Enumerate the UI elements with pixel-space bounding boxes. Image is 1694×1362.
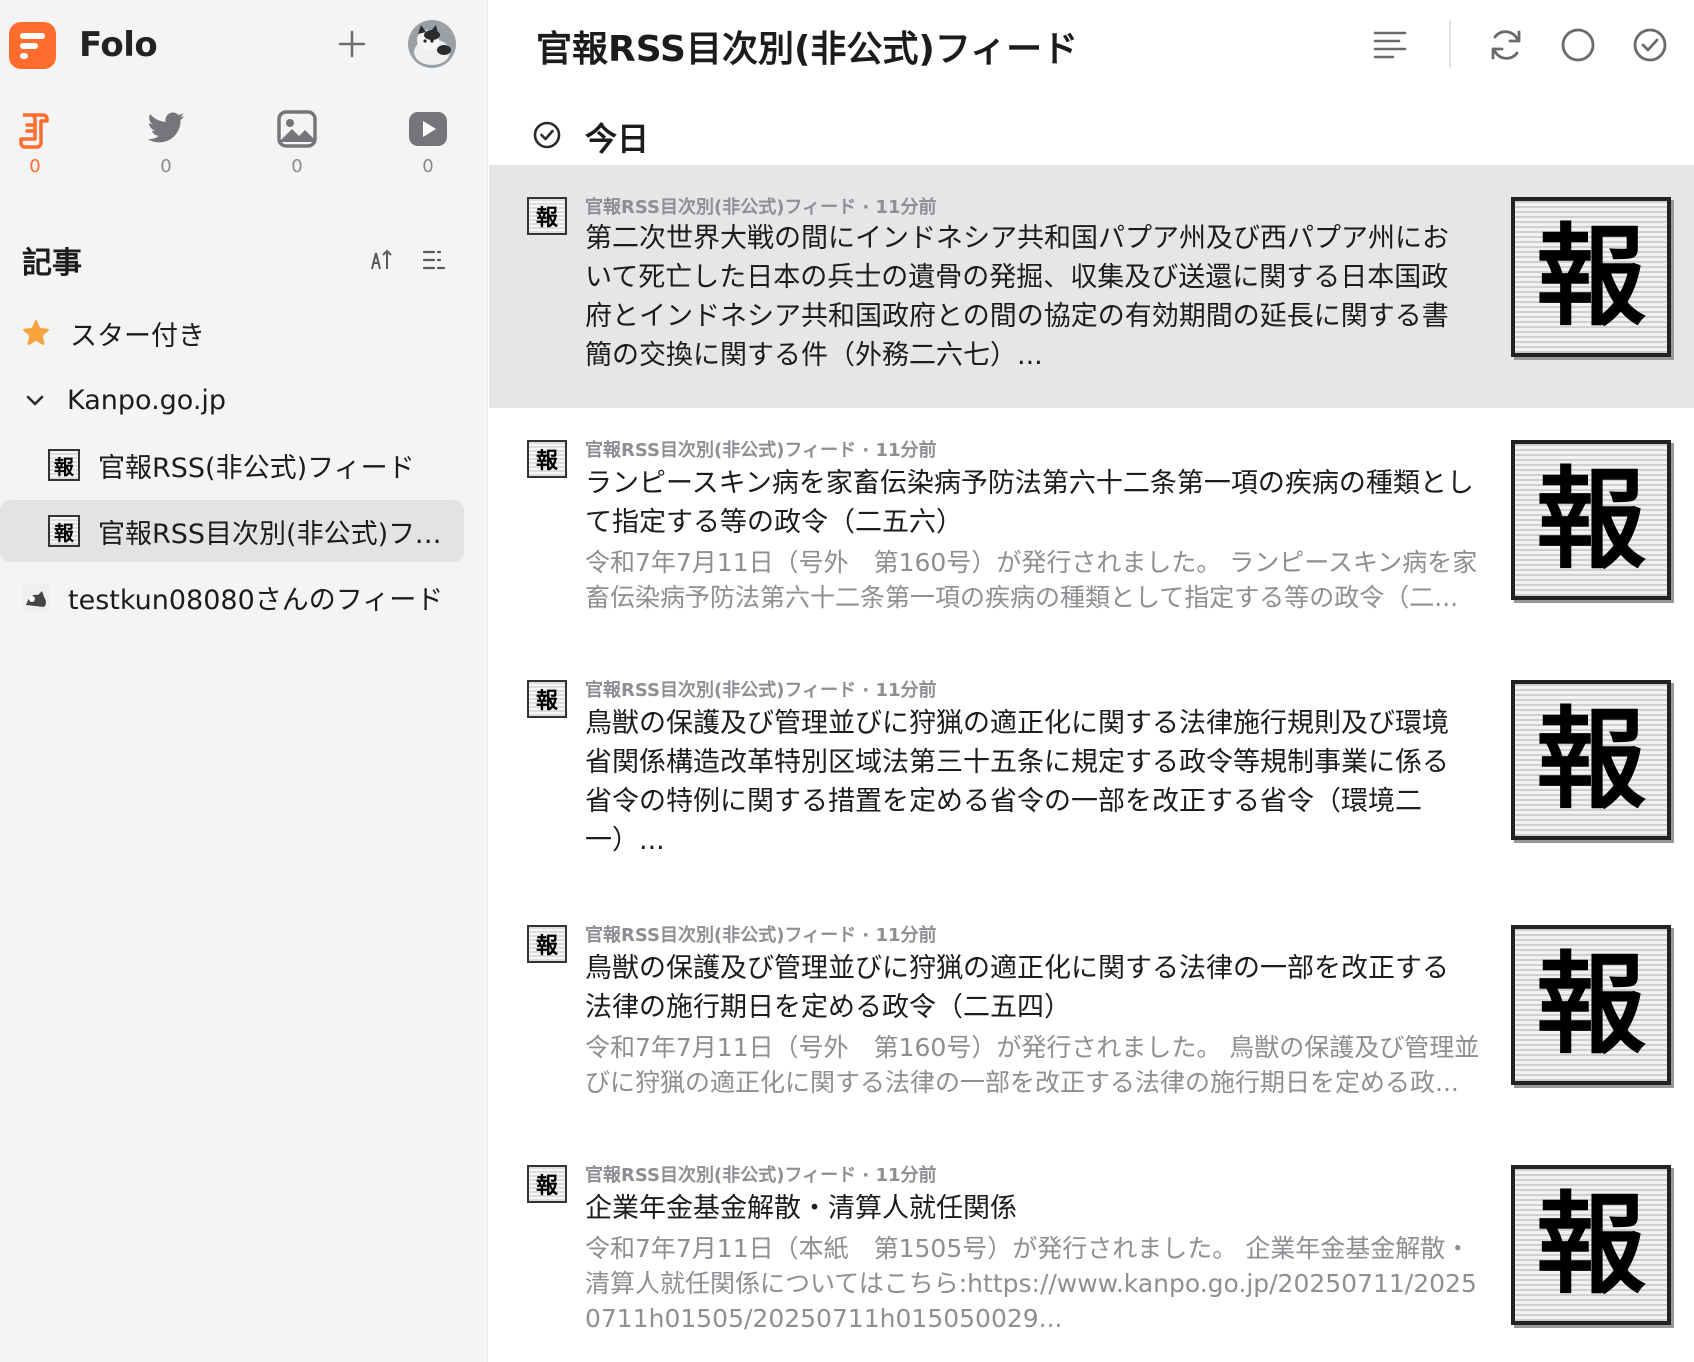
- entry-list-panel: 官報RSS目次別(非公式)フィード 今日 報 官報RSS目次別(非公式)フィード…: [489, 0, 1694, 1362]
- entry-item[interactable]: 報 官報RSS目次別(非公式)フィード · 11分前 企業年金基金解散・清算人就…: [489, 1135, 1694, 1362]
- sort-icon: [371, 249, 392, 270]
- plus-icon: [338, 30, 366, 58]
- sort-button[interactable]: [364, 242, 400, 278]
- folo-logo-icon: [9, 21, 56, 69]
- entry-meta: 官報RSS目次別(非公式)フィード · 11分前: [585, 925, 937, 946]
- refresh-button[interactable]: [1481, 20, 1531, 70]
- entry-item[interactable]: 報 官報RSS目次別(非公式)フィード · 11分前 鳥獣の保護及び管理並びに狩…: [489, 895, 1694, 1135]
- entry-thumbnail: 報: [1511, 680, 1671, 840]
- day-group-header: 今日: [489, 108, 1694, 160]
- add-feed-button[interactable]: [332, 24, 372, 64]
- refresh-icon: [1491, 30, 1521, 60]
- view-count: 0: [29, 156, 41, 177]
- chevron-down-icon[interactable]: [24, 389, 46, 411]
- thumb-char: 報: [1536, 940, 1646, 1069]
- list-layout-button[interactable]: [416, 242, 452, 278]
- article-icon: [14, 108, 56, 150]
- app-name: Folo: [79, 25, 158, 65]
- section-title: 記事: [22, 246, 82, 281]
- list-view-icon: [1373, 31, 1407, 59]
- brand: Folo: [9, 21, 158, 69]
- favicon-char: 報: [535, 933, 558, 959]
- entry-thumbnail: 報: [1511, 197, 1671, 357]
- circle-icon: [1561, 28, 1595, 62]
- entry-item[interactable]: 報 官報RSS目次別(非公式)フィード · 11分前 ランピースキン病を家畜伝染…: [489, 410, 1694, 650]
- sidebar-item-label: testkun08080さんのフィード: [68, 584, 444, 616]
- sidebar-folder-label: Kanpo.go.jp: [67, 384, 227, 416]
- cat-avatar-icon: [22, 583, 50, 611]
- list-options-icon: [422, 250, 446, 270]
- picture-icon: [276, 108, 318, 150]
- favicon-char: 報: [535, 205, 558, 231]
- entry-description: 令和7年7月11日（号外 第160号）が発行されました。 ランピースキン病を家畜…: [585, 548, 1478, 612]
- entry-thumbnail: 報: [1511, 925, 1671, 1085]
- favicon-char: 報: [535, 448, 558, 474]
- day-label: 今日: [585, 120, 650, 158]
- feed-favicon: 報: [527, 1165, 567, 1203]
- unread-only-button[interactable]: [1553, 20, 1603, 70]
- kanpo-feed-icon: 報: [48, 449, 80, 481]
- entry-title: 鳥獣の保護及び管理並びに狩猟の適正化に関する法律の一部を改正する法律の施行期日を…: [585, 953, 1449, 1023]
- section-header: 記事: [22, 240, 462, 281]
- star-icon: [23, 320, 49, 345]
- view-count: 0: [160, 156, 172, 177]
- entry-meta: 官報RSS目次別(非公式)フィード · 11分前: [585, 197, 937, 218]
- entry-meta: 官報RSS目次別(非公式)フィード · 11分前: [585, 680, 937, 701]
- sidebar-item-kanpo-rss[interactable]: 報 官報RSS(非公式)フィード: [0, 434, 464, 496]
- view-mode-button[interactable]: [1365, 20, 1415, 70]
- sidebar-folder-kanpo[interactable]: Kanpo.go.jp: [0, 369, 464, 431]
- feed-favicon: 報: [527, 197, 567, 235]
- feed-favicon: 報: [527, 680, 567, 718]
- sidebar-item-kanpo-toc-rss[interactable]: 報 官報RSS目次別(非公式)フィード: [0, 500, 464, 562]
- sidebar-item-label: 官報RSS目次別(非公式)フィード: [98, 518, 444, 550]
- view-articles[interactable]: 0: [0, 108, 75, 188]
- entry-meta: 官報RSS目次別(非公式)フィード · 11分前: [585, 1165, 937, 1186]
- thumb-char: 報: [1536, 1180, 1646, 1309]
- sidebar: Folo 0 0 0 0 記事 スター付き Kanpo.go.jp 報 官報RS…: [0, 0, 488, 1362]
- sidebar-item-starred[interactable]: スター付き: [0, 302, 464, 364]
- kanpo-feed-icon: 報: [48, 515, 80, 547]
- thumb-char: 報: [1536, 695, 1646, 824]
- entry-description: 令和7年7月11日（号外 第160号）が発行されました。 鳥獣の保護及び管理並び…: [585, 1033, 1480, 1097]
- entry-item[interactable]: 報 官報RSS目次別(非公式)フィード · 11分前 第二次世界大戦の間にインド…: [489, 165, 1694, 408]
- entry-title: 鳥獣の保護及び管理並びに狩猟の適正化に関する法律施行規則及び環境省関係構造改革特…: [585, 708, 1449, 856]
- feed-title: 官報RSS目次別(非公式)フィード: [536, 29, 1079, 70]
- mark-all-read-button[interactable]: [1625, 20, 1675, 70]
- favicon-char: 報: [535, 688, 558, 714]
- thumb-char: 報: [1536, 455, 1646, 584]
- view-social[interactable]: 0: [126, 108, 206, 188]
- feed-favicon: 報: [527, 440, 567, 478]
- entry-description: 令和7年7月11日（本紙 第1505号）が発行されました。 企業年金基金解散・清…: [585, 1234, 1477, 1333]
- entry-meta: 官報RSS目次別(非公式)フィード · 11分前: [585, 440, 937, 461]
- view-pictures[interactable]: 0: [257, 108, 337, 188]
- entry-thumbnail: 報: [1511, 440, 1671, 600]
- feed-header: 官報RSS目次別(非公式)フィード: [489, 0, 1694, 90]
- video-icon: [407, 108, 449, 150]
- entry-item[interactable]: 報 官報RSS目次別(非公式)フィード · 11分前 鳥獣の保護及び管理並びに狩…: [489, 650, 1694, 895]
- entry-title: 第二次世界大戦の間にインドネシア共和国パプア州及び西パプア州において死亡した日本…: [585, 223, 1449, 371]
- check-circle-icon[interactable]: [532, 120, 562, 150]
- toolbar-divider: [1449, 20, 1451, 68]
- check-circle-icon: [1633, 28, 1667, 62]
- sidebar-item-label: 官報RSS(非公式)フィード: [98, 452, 415, 484]
- view-count: 0: [291, 156, 303, 177]
- favicon-char: 報: [535, 1173, 558, 1199]
- feed-favicon: 報: [527, 925, 567, 963]
- view-count: 0: [422, 156, 434, 177]
- view-switcher: 0 0 0 0: [0, 108, 488, 188]
- twitter-icon: [145, 108, 187, 150]
- entry-title: 企業年金基金解散・清算人就任関係: [585, 1193, 1017, 1224]
- entry-title: ランピースキン病を家畜伝染病予防法第六十二条第一項の疾病の種類として指定する等の…: [585, 468, 1474, 538]
- view-videos[interactable]: 0: [388, 108, 468, 188]
- user-avatar[interactable]: [408, 20, 456, 68]
- entry-thumbnail: 報: [1511, 1165, 1671, 1325]
- thumb-char: 報: [1536, 212, 1646, 341]
- sidebar-item-label: スター付き: [70, 320, 205, 352]
- sidebar-item-testkun-feed[interactable]: testkun08080さんのフィード: [0, 566, 464, 628]
